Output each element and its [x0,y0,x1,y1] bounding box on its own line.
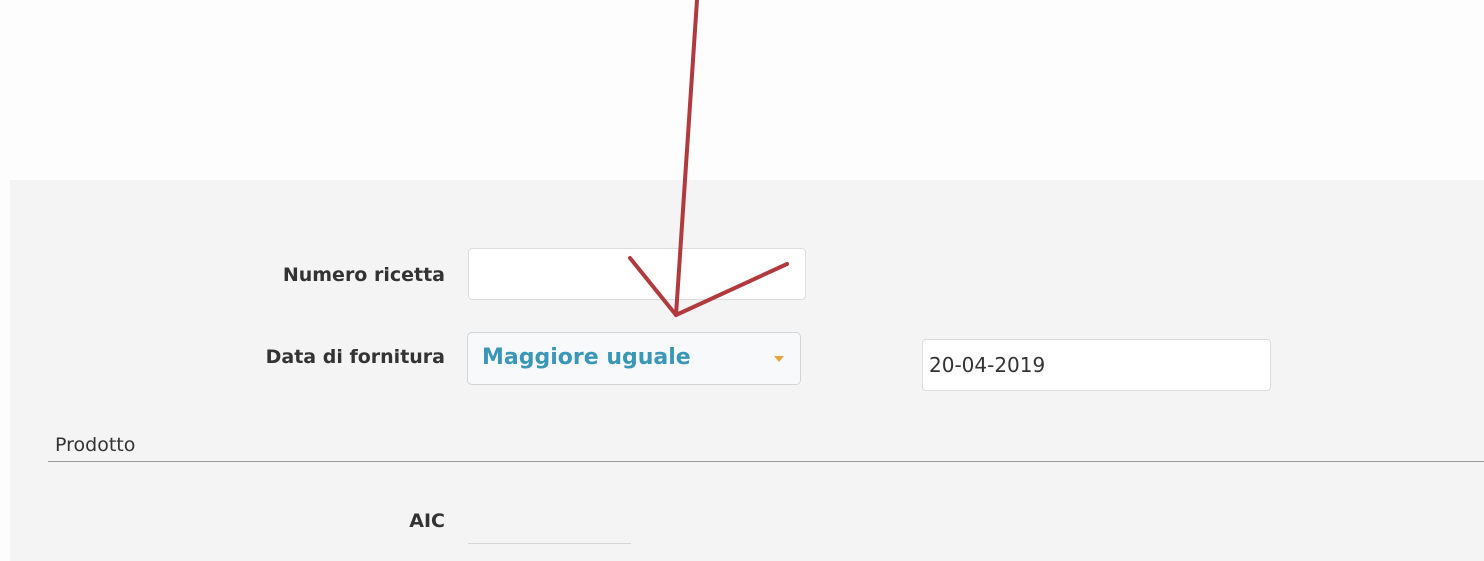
operator-selected-value: Maggiore uguale [482,345,691,370]
section-title-prodotto: Prodotto [55,434,136,456]
section-divider [48,461,1484,462]
data-fornitura-operator-select[interactable]: Maggiore uguale [467,332,801,385]
data-fornitura-date-input[interactable] [922,339,1271,391]
numero-ricetta-label: Numero ricetta [282,264,445,286]
aic-input[interactable] [468,508,631,544]
numero-ricetta-input[interactable] [468,248,806,300]
caret-down-icon [774,356,784,362]
page: Numero ricetta Data di fornitura Maggior… [0,0,1484,561]
aic-label: AIC [409,510,445,532]
data-fornitura-label: Data di fornitura [265,346,445,368]
